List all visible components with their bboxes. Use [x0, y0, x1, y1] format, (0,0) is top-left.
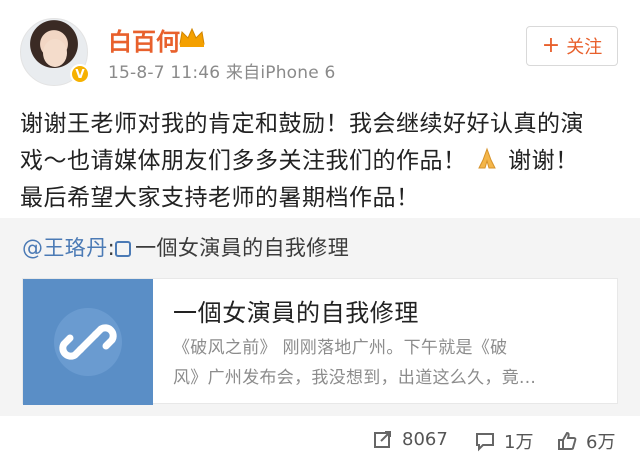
crown-icon [179, 27, 205, 47]
post-text-line: 戏～也请媒体朋友们多多关注我们的作品！ 谢谢！ [20, 143, 620, 180]
post-text-part: 戏～也请媒体朋友们多多关注我们的作品！ [20, 148, 467, 174]
action-bar: 8067 1万 6万 [0, 420, 640, 465]
avatar-face [43, 39, 67, 67]
like-count: 6万 [586, 432, 616, 453]
follow-button[interactable]: + 关注 [526, 26, 618, 66]
plus-icon: + [541, 33, 561, 58]
link-card[interactable]: 一個女演員的自我修理 《破风之前》 刚刚落地广州。下午就是《破 风》广州发布会，… [22, 278, 618, 405]
link-card-desc-line: 《破风之前》 刚刚落地广州。下午就是《破 [173, 338, 508, 358]
username[interactable]: 白百何 [108, 22, 180, 57]
link-card-description: 《破风之前》 刚刚落地广州。下午就是《破 风》广州发布会，我没想到，出道这么久，… [173, 333, 603, 393]
post-text-part: 谢谢！ [508, 148, 579, 174]
follow-label: 关注 [566, 37, 603, 58]
like-button[interactable]: 6万 [556, 428, 615, 454]
mention-link[interactable]: @王珞丹 [22, 236, 108, 260]
post-meta: 15-8-7 11:46 来自iPhone 6 [108, 63, 336, 83]
verified-badge-icon: V [70, 64, 90, 84]
comment-button[interactable]: 1万 [474, 428, 533, 454]
repost-count: 8067 [402, 428, 448, 450]
post-text-line: 最后希望大家支持老师的暑期档作品！ [20, 185, 420, 211]
repost-button[interactable]: 8067 [372, 428, 448, 450]
repost-separator: : [107, 236, 116, 260]
like-icon [558, 431, 577, 450]
link-card-title[interactable]: 一個女演員的自我修理 [173, 293, 419, 328]
comment-icon [476, 433, 494, 452]
link-icon [54, 308, 122, 376]
link-icon [115, 241, 132, 257]
link-card-thumbnail [23, 279, 153, 405]
comment-count: 1万 [504, 432, 534, 453]
link-card-desc-line: 风》广州发布会，我没想到，出道这么久，竟... [173, 368, 537, 388]
repost-line: @王珞丹: 一個女演員的自我修理 [22, 232, 349, 262]
repost-link-text[interactable]: 一個女演員的自我修理 [135, 236, 349, 260]
pray-icon [478, 147, 497, 169]
repost-block: @王珞丹: 一個女演員的自我修理 一個女演員的自我修理 《破风之前》 刚刚落地广州… [0, 218, 640, 416]
post-text-line: 谢谢王老师对我的肯定和鼓励！我会继续好好认真的演 [20, 111, 584, 137]
post-body: 谢谢王老师对我的肯定和鼓励！我会继续好好认真的演 戏～也请媒体朋友们多多关注我们… [20, 106, 620, 217]
repost-icon [374, 431, 391, 448]
post-header: V 白百何 15-8-7 11:46 来自iPhone 6 + 关注 [0, 0, 640, 100]
